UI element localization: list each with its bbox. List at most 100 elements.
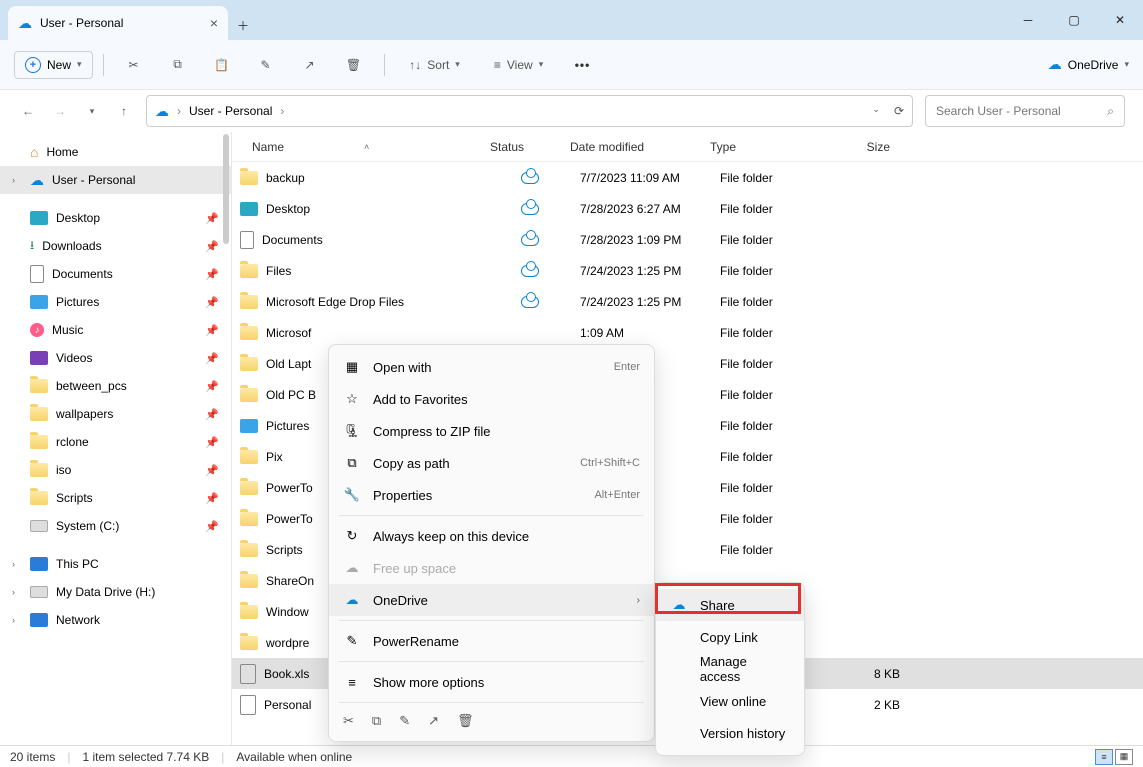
context-item[interactable]: ↻Always keep on this device xyxy=(329,520,654,552)
new-button[interactable]: + New ▾ xyxy=(14,51,93,79)
context-sub-item[interactable]: Manage access xyxy=(656,653,804,685)
pin-icon: 📌 xyxy=(205,212,219,225)
context-item[interactable]: ✎PowerRename xyxy=(329,625,654,657)
file-row[interactable]: Desktop7/28/2023 6:27 AMFile folder xyxy=(232,193,1143,224)
sort-button[interactable]: ↑↓ Sort ▾ xyxy=(395,47,475,83)
context-item-label: OneDrive xyxy=(373,593,428,608)
file-type: File folder xyxy=(710,512,830,526)
folder-icon xyxy=(240,295,258,309)
details-view-icon[interactable]: ≡ xyxy=(1095,749,1113,765)
sidebar-item[interactable]: Scripts📌 xyxy=(0,484,231,512)
file-row[interactable]: Files7/24/2023 1:25 PMFile folder xyxy=(232,255,1143,286)
context-sub-item[interactable]: Copy Link xyxy=(656,621,804,653)
sidebar-item[interactable]: wallpapers📌 xyxy=(0,400,231,428)
delete-icon[interactable]: 🗑 xyxy=(334,47,374,83)
share-icon[interactable]: ↗ xyxy=(290,47,330,83)
column-headers[interactable]: Name˄ Status Date modified Type Size xyxy=(232,132,1143,162)
rename-icon[interactable]: ✎ xyxy=(399,713,410,729)
expander-icon[interactable]: › xyxy=(12,559,22,569)
sidebar-item[interactable]: ›My Data Drive (H:) xyxy=(0,578,231,606)
cloud-status-icon xyxy=(521,234,539,246)
cut-icon[interactable]: ✂ xyxy=(114,47,154,83)
sidebar-item[interactable]: ♪Music📌 xyxy=(0,316,231,344)
sidebar-item[interactable]: iso📌 xyxy=(0,456,231,484)
file-name: Pictures xyxy=(266,419,309,433)
context-sub-item[interactable]: Version history xyxy=(656,717,804,749)
pin-icon: 📌 xyxy=(205,268,219,281)
chevron-down-icon[interactable]: ⌄ xyxy=(872,104,880,118)
breadcrumb[interactable]: User - Personal xyxy=(189,104,272,118)
expander-icon[interactable]: › xyxy=(12,587,22,597)
address-row: ← → ▾ ↑ ☁ › User - Personal › ⌄ ⟳ Search… xyxy=(0,90,1143,132)
recent-dropdown[interactable]: ▾ xyxy=(82,101,102,121)
sidebar-item[interactable]: Desktop📌 xyxy=(0,204,231,232)
col-name: Name˄ xyxy=(232,140,480,154)
copy-icon[interactable]: ⧉ xyxy=(158,47,198,83)
file-row[interactable]: backup7/7/2023 11:09 AMFile folder xyxy=(232,162,1143,193)
context-item[interactable]: ☁OneDrive› xyxy=(329,584,654,616)
sidebar-item[interactable]: ⭳Downloads📌 xyxy=(0,232,231,260)
pc-icon xyxy=(30,557,48,571)
cut-icon[interactable]: ✂ xyxy=(343,713,354,729)
search-input[interactable]: Search User - Personal ⌕ xyxy=(925,95,1125,127)
forward-button[interactable]: → xyxy=(50,101,70,121)
context-item[interactable]: 🗜Compress to ZIP file xyxy=(329,415,654,447)
col-size: Size xyxy=(820,140,890,154)
file-type: File folder xyxy=(710,481,830,495)
sidebar-item[interactable]: rclone📌 xyxy=(0,428,231,456)
file-date: 7/28/2023 1:09 PM xyxy=(570,233,710,247)
document-icon xyxy=(240,231,254,249)
file-status xyxy=(490,265,570,277)
sidebar-item[interactable]: Documents📌 xyxy=(0,260,231,288)
up-button[interactable]: ↑ xyxy=(114,101,134,121)
view-button[interactable]: ≡ View ▾ xyxy=(479,47,559,83)
context-item[interactable]: ☆Add to Favorites xyxy=(329,383,654,415)
large-icons-view-icon[interactable]: ▦ xyxy=(1115,749,1133,765)
sidebar-item[interactable]: ⌂Home xyxy=(0,138,231,166)
onedrive-status[interactable]: ☁ OneDrive ▾ xyxy=(1048,56,1129,73)
rename-icon[interactable]: ✎ xyxy=(246,47,286,83)
expander-icon[interactable]: › xyxy=(12,615,22,625)
folder-icon xyxy=(240,388,258,402)
scrollbar-thumb[interactable] xyxy=(223,134,229,244)
close-tab-icon[interactable]: × xyxy=(210,15,218,31)
copy-icon[interactable]: ⧉ xyxy=(372,713,381,729)
desktop-icon xyxy=(30,211,48,225)
file-row[interactable]: Microsoft Edge Drop Files7/24/2023 1:25 … xyxy=(232,286,1143,317)
sidebar-item[interactable]: ›Network xyxy=(0,606,231,634)
context-sub-item[interactable]: View online xyxy=(656,685,804,717)
context-sub-item[interactable]: ☁Share xyxy=(656,589,804,621)
paste-icon[interactable]: 📋 xyxy=(202,47,242,83)
context-item[interactable]: ▦Open withEnter xyxy=(329,351,654,383)
sidebar-item[interactable]: ›This PC xyxy=(0,550,231,578)
zip-icon: 🗜 xyxy=(343,423,361,439)
onedrive-icon: ☁ xyxy=(343,592,361,608)
context-item-label: Free up space xyxy=(373,561,456,576)
back-button[interactable]: ← xyxy=(18,101,38,121)
file-name: Window xyxy=(266,605,309,619)
sidebar-item[interactable]: ›☁User - Personal xyxy=(0,166,231,194)
new-tab-button[interactable]: ＋ xyxy=(228,10,258,40)
refresh-icon[interactable]: ⟳ xyxy=(894,104,904,118)
context-item[interactable]: ≡Show more options xyxy=(329,666,654,698)
file-name: Book.xls xyxy=(264,667,309,681)
file-name: Personal xyxy=(264,698,311,712)
window-tab[interactable]: ☁ User - Personal × xyxy=(8,6,228,40)
sidebar-item[interactable]: between_pcs📌 xyxy=(0,372,231,400)
minimize-button[interactable]: ─ xyxy=(1005,0,1051,40)
file-row[interactable]: Documents7/28/2023 1:09 PMFile folder xyxy=(232,224,1143,255)
delete-icon[interactable]: 🗑 xyxy=(457,713,474,729)
file-status xyxy=(490,296,570,308)
sidebar-item-label: Music xyxy=(52,323,83,337)
sidebar-item[interactable]: Pictures📌 xyxy=(0,288,231,316)
context-item[interactable]: ⧉Copy as pathCtrl+Shift+C xyxy=(329,447,654,479)
expander-icon[interactable]: › xyxy=(12,175,22,185)
more-button[interactable]: ••• xyxy=(563,47,603,83)
maximize-button[interactable]: ▢ xyxy=(1051,0,1097,40)
share-icon[interactable]: ↗ xyxy=(428,713,439,729)
close-window-button[interactable]: ✕ xyxy=(1097,0,1143,40)
address-bar[interactable]: ☁ › User - Personal › ⌄ ⟳ xyxy=(146,95,913,127)
context-item[interactable]: 🔧PropertiesAlt+Enter xyxy=(329,479,654,511)
sidebar-item[interactable]: System (C:)📌 xyxy=(0,512,231,540)
sidebar-item[interactable]: Videos📌 xyxy=(0,344,231,372)
